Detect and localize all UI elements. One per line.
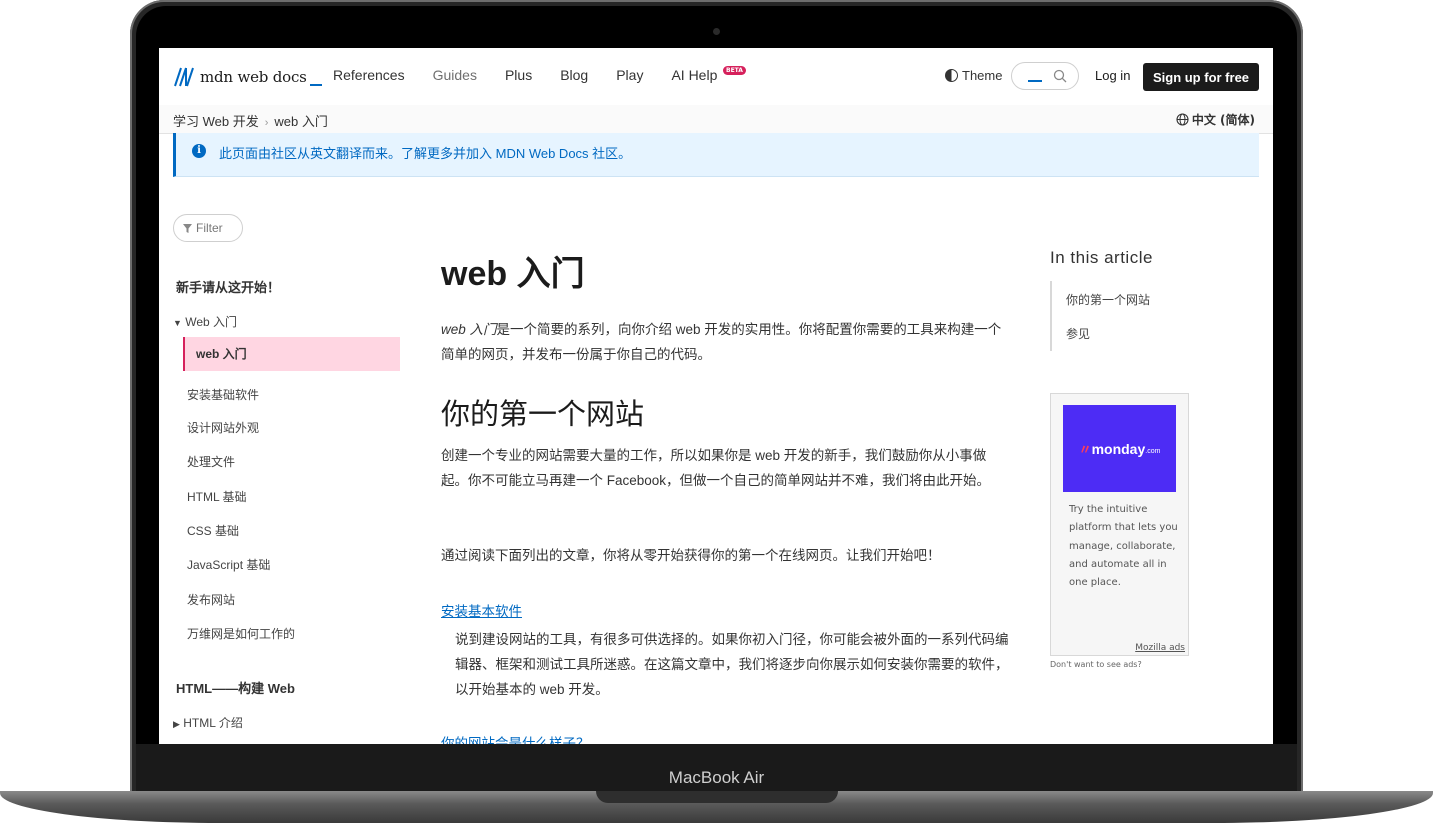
table-of-contents: 你的第一个网站 参见 xyxy=(1050,281,1192,351)
sidebar-item[interactable]: JavaScript 基础 xyxy=(187,556,270,573)
language-label: 中文 (简体) xyxy=(1191,113,1255,127)
device-label: MacBook Air xyxy=(668,768,765,787)
article-link-site-look[interactable]: 你的网站会是什么样子？ xyxy=(441,732,590,744)
sidebar-group-html-intro[interactable]: ▶ HTML 介绍 xyxy=(173,714,243,731)
mozilla-ads-link[interactable]: Mozilla ads xyxy=(1135,643,1185,653)
filter-icon xyxy=(183,223,192,233)
sidebar-item[interactable]: CSS 基础 xyxy=(187,522,239,539)
sidebar-item[interactable]: HTML 基础 xyxy=(187,488,247,505)
mdn-logo-icon xyxy=(174,67,194,87)
nav-ai-help[interactable]: AI Help xyxy=(671,67,717,83)
nav-guides[interactable]: Guides xyxy=(433,67,477,83)
sidebar-item[interactable]: 发布网站 xyxy=(187,591,235,608)
signup-button[interactable]: Sign up for free xyxy=(1143,63,1259,91)
monday-logo-icon: 〃 xyxy=(1078,442,1092,457)
toc-item[interactable]: 参见 xyxy=(1066,325,1090,342)
sidebar-item-active[interactable]: web 入门 xyxy=(183,337,400,371)
beta-badge: BETA xyxy=(723,66,746,75)
article-paragraph: 通过阅读下面列出的文章，你将从零开始获得你的第一个在线网页。让我们开始吧！ xyxy=(441,548,941,563)
nav-blog[interactable]: Blog xyxy=(560,67,588,83)
article-link-install-software[interactable]: 安装基本软件 xyxy=(441,600,522,620)
toc-item[interactable]: 你的第一个网站 xyxy=(1066,291,1150,308)
triangle-down-icon: ▼ xyxy=(173,318,182,328)
logo-cursor xyxy=(309,84,322,86)
theme-icon xyxy=(945,69,958,82)
translation-notice: i 此页面由社区从英文翻译而来。了解更多并加入 MDN Web Docs 社区。 xyxy=(173,133,1259,177)
ad-banner[interactable]: 〃 monday .com xyxy=(1063,405,1176,492)
globe-icon xyxy=(1176,113,1189,126)
advertisement[interactable]: 〃 monday .com Try the intuitive platform … xyxy=(1050,393,1189,656)
breadcrumb-bar: 学习 Web 开发 › web 入门 中文 (简体) xyxy=(159,105,1273,134)
nav-plus[interactable]: Plus xyxy=(505,67,532,83)
laptop-notch xyxy=(596,791,838,803)
link-description: 说到建设网站的工具，有很多可供选择的。如果你初入门径，你可能会被外面的一系列代码… xyxy=(455,632,1009,697)
article-intro: web 入门是一个简要的系列，向你介绍 web 开发的实用性。你将配置你需要的工… xyxy=(441,317,1011,367)
toc-title: In this article xyxy=(1050,248,1153,267)
sidebar-item[interactable]: 处理文件 xyxy=(187,453,235,470)
breadcrumb-separator-icon: › xyxy=(264,117,269,129)
sidebar-section-title: HTML——构建 Web xyxy=(176,681,295,696)
search-caret xyxy=(1028,80,1042,82)
info-icon: i xyxy=(192,144,206,158)
breadcrumb-item-learn[interactable]: 学习 Web 开发 xyxy=(173,114,259,129)
intro-text: 是一个简要的系列，向你介绍 web 开发的实用性。你将配置你需要的工具来构建一个… xyxy=(441,322,1002,362)
triangle-right-icon: ▶ xyxy=(173,719,180,729)
search-icon xyxy=(1053,69,1067,83)
sidebar-group-label: Web 入门 xyxy=(185,315,238,329)
sidebar-item[interactable]: 万维网是如何工作的 xyxy=(187,625,295,642)
nav-references[interactable]: References xyxy=(333,67,405,83)
nav-play[interactable]: Play xyxy=(616,67,643,83)
sidebar-filter-input[interactable]: Filter xyxy=(173,214,243,242)
filter-label: Filter xyxy=(196,221,223,235)
sidebar-item[interactable]: 设计网站外观 xyxy=(187,419,259,436)
language-switcher[interactable]: 中文 (简体) xyxy=(1176,111,1255,128)
main-nav: References Guides Plus Blog Play AI Help xyxy=(333,67,717,83)
sidebar-item[interactable]: 安装基础软件 xyxy=(187,386,259,403)
breadcrumb: 学习 Web 开发 › web 入门 xyxy=(173,111,328,130)
logo-text: mdn web docs xyxy=(200,68,307,86)
sidebar-group-web-intro[interactable]: ▼ Web 入门 xyxy=(173,313,237,330)
sidebar-group-label: HTML 介绍 xyxy=(183,716,243,730)
theme-label: Theme xyxy=(962,68,1003,83)
article-paragraph: 创建一个专业的网站需要大量的工作，所以如果你是 web 开发的新手，我们鼓励你从… xyxy=(441,448,991,488)
sidebar-section-title: 新手请从这开始！ xyxy=(176,280,281,295)
notice-text[interactable]: 此页面由社区从英文翻译而来。了解更多并加入 MDN Web Docs 社区。 xyxy=(219,143,631,162)
breadcrumb-item-current[interactable]: web 入门 xyxy=(274,114,327,129)
page-title: web 入门 xyxy=(441,255,585,293)
login-link[interactable]: Log in xyxy=(1095,68,1130,83)
ad-brand: monday xyxy=(1091,440,1146,457)
search-input[interactable] xyxy=(1011,62,1079,90)
mdn-logo[interactable]: mdn web docs xyxy=(173,65,322,89)
no-ads-link[interactable]: Don't want to see ads? xyxy=(1050,660,1142,669)
ad-brand-suffix: .com xyxy=(1145,447,1161,455)
theme-switcher[interactable]: Theme xyxy=(945,68,1002,83)
camera xyxy=(713,28,720,35)
intro-emphasis: web 入门 xyxy=(441,322,497,337)
ad-text[interactable]: Try the intuitive platform that lets you… xyxy=(1069,501,1179,592)
top-navigation: mdn web docs References Guides Plus Blog… xyxy=(159,48,1273,106)
browser-viewport: mdn web docs References Guides Plus Blog… xyxy=(159,48,1273,744)
section-heading: 你的第一个网站 xyxy=(441,399,645,431)
